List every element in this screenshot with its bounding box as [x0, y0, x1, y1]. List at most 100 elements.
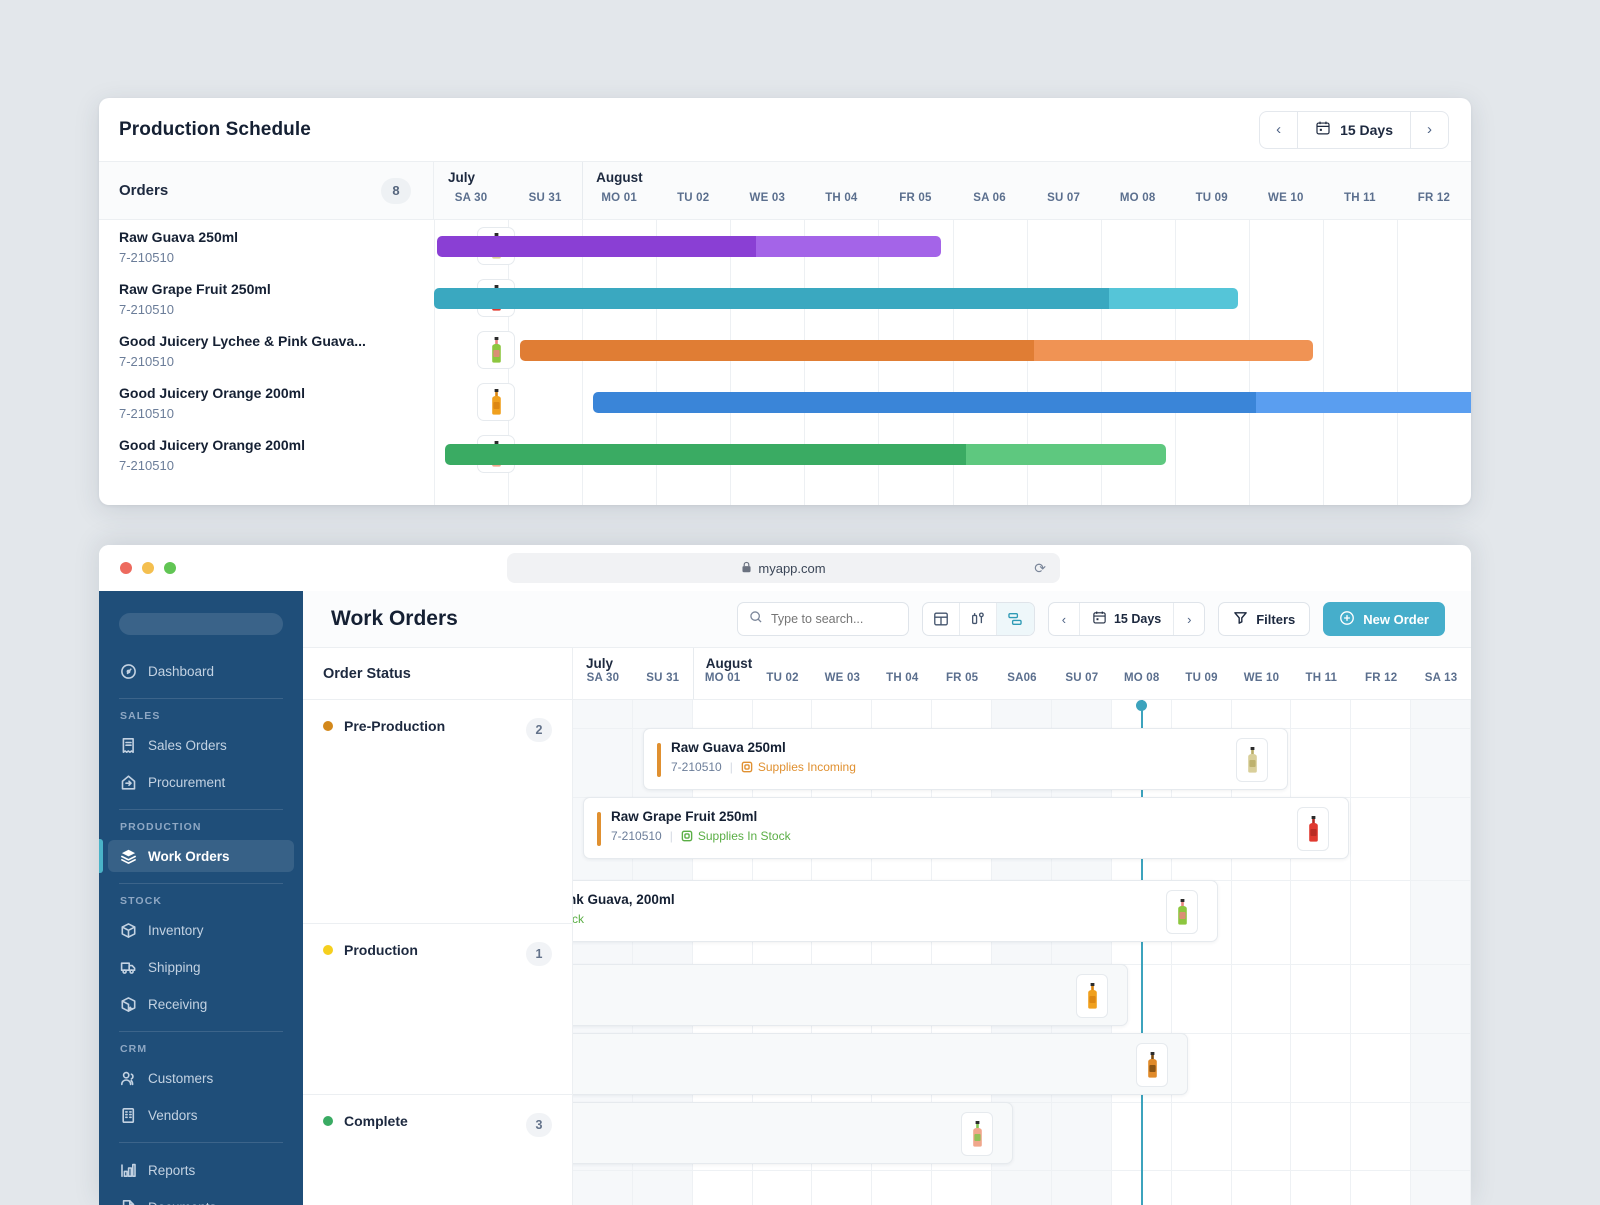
url-text: myapp.com — [758, 561, 825, 576]
sidebar-item-receiving[interactable]: Receiving — [108, 988, 294, 1020]
gantt-bar[interactable] — [520, 340, 1313, 361]
sidebar-item-sales-orders[interactable]: Sales Orders — [108, 729, 294, 761]
gantt-bar[interactable] — [593, 392, 1471, 413]
app-shell: DashboardSALESSales OrdersProcurementPRO… — [99, 591, 1471, 1205]
close-button[interactable] — [120, 562, 132, 574]
sidebar-divider — [119, 1031, 283, 1032]
sidebar-item-dashboard[interactable]: Dashboard — [108, 655, 294, 687]
new-order-button[interactable]: New Order — [1323, 602, 1445, 636]
gantt-chart: JulyAugust SA 30SU 31MO 01TU 02WE 03TH 0… — [573, 648, 1471, 1205]
gantt-date-display[interactable]: 15 Days — [1080, 603, 1173, 635]
next-period-button[interactable]: › — [1410, 112, 1448, 148]
status-group-pre-production[interactable]: Pre-Production2 — [303, 700, 572, 924]
order-number: 7-210510 — [119, 354, 174, 369]
order-number: 7-210510 — [119, 250, 174, 265]
layers-icon — [120, 848, 137, 865]
calendar-day-label: TU 09 — [1175, 192, 1249, 204]
card-accent-bar — [597, 812, 601, 846]
maximize-button[interactable] — [164, 562, 176, 574]
search-box[interactable] — [737, 602, 909, 636]
sidebar-item-procurement[interactable]: Procurement — [108, 766, 294, 798]
sidebar-item-label: Inventory — [148, 923, 204, 938]
gantt-bar-remaining — [1034, 340, 1313, 361]
work-order-card[interactable] — [573, 1033, 1188, 1095]
gantt-day-column — [1351, 700, 1411, 1205]
status-dot-icon — [323, 945, 333, 955]
sidebar-item-documents[interactable]: Documents — [108, 1191, 294, 1205]
table-view-button[interactable] — [923, 603, 960, 635]
sidebar-item-vendors[interactable]: Vendors — [108, 1099, 294, 1131]
production-schedule-card: Production Schedule ‹ 15 Days › Orders 8… — [99, 98, 1471, 505]
window-controls[interactable] — [120, 562, 176, 574]
calendar-day-label: WE 03 — [812, 672, 872, 684]
work-order-meta: 7-210510|Supplies In Stock — [611, 829, 791, 843]
minimize-button[interactable] — [142, 562, 154, 574]
work-order-card[interactable]: Raw Guava 250ml7-210510|Supplies Incomin… — [643, 728, 1288, 790]
view-toggle-group[interactable] — [922, 602, 1035, 636]
table-row[interactable]: Raw Grape Fruit 250ml7-210510 — [99, 272, 1471, 324]
filters-button[interactable]: Filters — [1218, 602, 1310, 636]
sidebar-item-customers[interactable]: Customers — [108, 1062, 294, 1094]
sidebar-item-label: Shipping — [148, 960, 201, 975]
gantt-date-nav[interactable]: ‹ 15 Days › — [1048, 602, 1205, 636]
gantt-bar-progress — [434, 288, 1109, 309]
month-divider — [582, 162, 583, 219]
address-bar[interactable]: myapp.com ⟳ — [507, 553, 1060, 583]
gantt-bar-remaining — [756, 236, 941, 257]
sidebar-item-reports[interactable]: Reports — [108, 1154, 294, 1186]
gantt-view-button[interactable] — [997, 603, 1034, 635]
work-order-meta: ...pplies In Stock — [573, 912, 675, 926]
date-range-display[interactable]: 15 Days — [1298, 112, 1410, 148]
browser-chrome: myapp.com ⟳ — [99, 545, 1471, 591]
work-order-title: Raw Guava 250ml — [671, 740, 856, 755]
status-group-complete[interactable]: Complete3 — [303, 1095, 572, 1205]
gantt-bar[interactable] — [445, 444, 1166, 465]
work-order-card[interactable]: Raw Grape Fruit 250ml7-210510|Supplies I… — [583, 797, 1349, 859]
status-group-production[interactable]: Production1 — [303, 924, 572, 1095]
kanban-view-button[interactable] — [960, 603, 997, 635]
meta-divider: | — [730, 760, 733, 774]
sidebar-group-label: SALES — [99, 710, 303, 722]
gantt-prev-button[interactable]: ‹ — [1049, 603, 1080, 635]
prev-period-button[interactable]: ‹ — [1260, 112, 1298, 148]
table-row[interactable]: Raw Guava 250ml7-210510 — [99, 220, 1471, 272]
sidebar-item-label: Procurement — [148, 775, 225, 790]
status-label-wrap: Complete — [323, 1113, 408, 1129]
gantt-bar[interactable] — [434, 288, 1238, 309]
status-count-badge: 2 — [526, 718, 552, 742]
calendar-day-label: SA 30 — [573, 672, 633, 684]
gantt-next-button[interactable]: › — [1173, 603, 1204, 635]
sidebar-item-label: Receiving — [148, 997, 207, 1012]
bottle-orange-icon — [1076, 974, 1108, 1018]
calendar-day-label: MO 08 — [1101, 192, 1175, 204]
date-range-nav[interactable]: ‹ 15 Days › — [1259, 111, 1449, 149]
sidebar-item-work-orders[interactable]: Work Orders — [108, 840, 294, 872]
bottle-lychee-icon — [477, 331, 515, 369]
table-row[interactable]: Good Juicery Lychee & Pink Guava...7-210… — [99, 324, 1471, 376]
sidebar-item-inventory[interactable]: Inventory — [108, 914, 294, 946]
bottle-peach-icon — [961, 1112, 993, 1156]
calendar-day-label: TH 04 — [872, 672, 932, 684]
receipt-icon — [120, 737, 137, 754]
calendar-month-label: August — [596, 170, 643, 185]
main-content: Work Orders — [303, 591, 1471, 1205]
search-input[interactable] — [771, 612, 891, 626]
table-row[interactable]: Good Juicery Orange 200ml7-210510 — [99, 376, 1471, 428]
box-icon — [741, 761, 753, 773]
sidebar-item-shipping[interactable]: Shipping — [108, 951, 294, 983]
gantt-calendar-days: SA 30SU 31MO 01TU 02WE 03TH 04FR 05SA06S… — [573, 672, 1471, 688]
calendar-day-label: FR 05 — [932, 672, 992, 684]
filters-label: Filters — [1256, 612, 1295, 627]
gantt-day-column — [1291, 700, 1351, 1205]
calendar-day-label: WE 10 — [1232, 672, 1292, 684]
table-row[interactable]: Good Juicery Orange 200ml7-210510 — [99, 428, 1471, 480]
date-range-label: 15 Days — [1340, 122, 1393, 138]
reload-icon[interactable]: ⟳ — [1034, 560, 1046, 577]
gantt-bar[interactable] — [437, 236, 941, 257]
work-order-card[interactable] — [573, 964, 1128, 1026]
work-order-card[interactable]: ...chee & Pink Guava, 200ml...pplies In … — [573, 880, 1218, 942]
order-status-rows: Pre-Production2Production1Complete3 — [303, 700, 572, 1205]
order-name: Good Juicery Orange 200ml — [119, 437, 305, 453]
calendar-icon — [1315, 120, 1331, 139]
work-order-card[interactable] — [573, 1102, 1013, 1164]
